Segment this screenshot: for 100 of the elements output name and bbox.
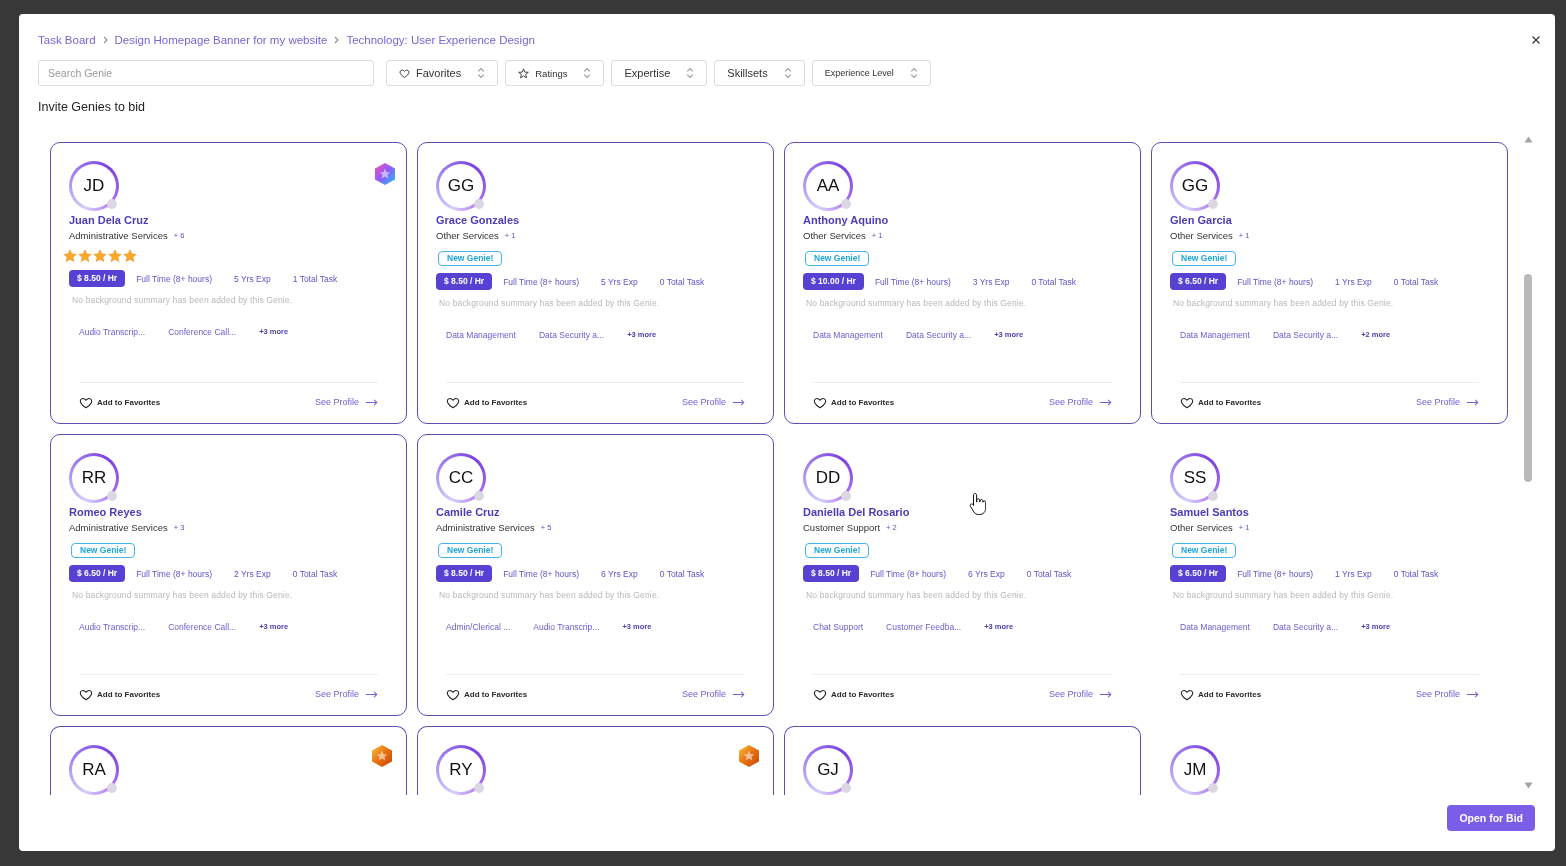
skill-text: Conference Call...: [167, 621, 238, 634]
breadcrumb-link[interactable]: Design Homepage Banner for my website: [114, 32, 328, 48]
hourly-rate-pill: $ 6.50 / Hr: [69, 565, 126, 582]
close-button[interactable]: [1531, 35, 1541, 45]
filter-dropdown[interactable]: Ratings: [505, 60, 605, 86]
filter-dropdown[interactable]: Skillsets: [714, 60, 805, 86]
service-category: Administrative Services: [69, 230, 168, 242]
skill-text: Data Security a...: [1271, 329, 1340, 342]
summary-text: No background summary has been added by this Genie.: [439, 590, 660, 600]
service-category: Other Services: [1170, 522, 1233, 534]
arrow-right-icon: [365, 690, 378, 698]
status-tag: New Genie!: [1172, 251, 1237, 266]
filter-dropdown[interactable]: Expertise: [611, 60, 708, 86]
breadcrumb-link[interactable]: Task Board: [38, 32, 96, 48]
schedule-text: Full Time (8+ hours): [502, 567, 580, 580]
see-profile-link[interactable]: See Profile: [314, 689, 378, 699]
section-title: Invite Genies to bid: [38, 99, 145, 115]
up-down-chevron-icon: [583, 67, 592, 79]
see-profile-link[interactable]: See Profile: [1415, 397, 1479, 407]
hourly-rate-pill: $ 8.50 / Hr: [436, 273, 493, 290]
skill-text: Audio Transcrip...: [78, 326, 147, 339]
see-profile-link[interactable]: See Profile: [1048, 689, 1112, 699]
summary-text: No background summary has been added by this Genie.: [1173, 298, 1394, 308]
skill-text: Data Management: [1179, 329, 1251, 342]
see-profile-link[interactable]: See Profile: [1048, 397, 1112, 407]
experience-text: 1 Yrs Exp: [1334, 275, 1373, 288]
chevron-right-icon: [334, 36, 340, 44]
experience-text: 6 Yrs Exp: [600, 567, 639, 580]
summary-text: No background summary has been added by this Genie.: [439, 298, 660, 308]
see-profile-link[interactable]: See Profile: [314, 397, 378, 407]
service-category: Other Services: [436, 230, 499, 242]
arrow-right-icon: [1099, 690, 1112, 698]
service-category: Other Services: [803, 230, 866, 242]
service-category: Administrative Services: [69, 522, 168, 534]
filter-dropdown[interactable]: Experience Level: [811, 60, 931, 86]
task-count-text: 0 Total Task: [1030, 275, 1077, 288]
status-tag: New Genie!: [71, 543, 136, 558]
status-dot-icon: [841, 491, 851, 501]
summary-text: No background summary has been added by this Genie.: [72, 295, 293, 305]
add-to-favorites-button[interactable]: Add to Favorites: [1180, 395, 1262, 409]
task-count-text: 0 Total Task: [291, 567, 339, 580]
experience-text: 1 Yrs Exp: [1334, 567, 1373, 580]
skill-text: Conference Call...: [167, 326, 238, 339]
task-count-text: 0 Total Task: [1392, 275, 1440, 288]
skill-text: Chat Support: [812, 621, 865, 634]
status-dot-icon: [1208, 199, 1218, 209]
genie-name: Samuel Santos: [1170, 505, 1249, 519]
add-to-favorites-button[interactable]: Add to Favorites: [813, 687, 895, 701]
see-profile-link[interactable]: See Profile: [1415, 689, 1479, 699]
task-count-text: 0 Total Task: [1025, 567, 1073, 580]
hourly-rate-pill: $ 6.50 / Hr: [1170, 565, 1227, 582]
genie-name: Anthony Aquino: [803, 213, 889, 227]
scrollbar-thumb[interactable]: [1524, 274, 1532, 482]
skill-text: Data Management: [1179, 621, 1251, 634]
schedule-text: Full Time (8+ hours): [135, 272, 213, 285]
search-field[interactable]: Search Genie: [38, 60, 374, 86]
genie-name: Daniella Del Rosario: [803, 505, 910, 519]
arrow-right-icon: [365, 398, 378, 406]
status-dot-icon: [474, 783, 484, 793]
schedule-text: Full Time (8+ hours): [1236, 275, 1314, 288]
summary-text: No background summary has been added by this Genie.: [806, 590, 1027, 600]
arrow-right-icon: [1466, 398, 1479, 406]
add-to-favorites-button[interactable]: Add to Favorites: [446, 687, 528, 701]
genie-name: Grace Gonzales: [436, 213, 520, 227]
experience-text: 5 Yrs Exp: [233, 272, 272, 285]
star-icon: [108, 249, 122, 263]
scroll-up-arrow-icon[interactable]: [1523, 136, 1533, 143]
heart-icon: [399, 67, 410, 79]
arrow-right-icon: [1099, 398, 1112, 406]
star-icon: [93, 249, 107, 263]
status-tag: New Genie!: [805, 251, 870, 266]
up-down-chevron-icon: [783, 67, 792, 79]
service-category: Administrative Services: [436, 522, 535, 534]
hourly-rate-pill: $ 8.50 / Hr: [803, 565, 860, 582]
experience-text: 5 Yrs Exp: [600, 275, 639, 288]
add-to-favorites-button[interactable]: Add to Favorites: [1180, 687, 1262, 701]
open-for-bid-button[interactable]: Open for Bid: [1447, 805, 1535, 831]
service-category: Other Services: [1170, 230, 1233, 242]
filter-dropdown[interactable]: Favorites: [386, 60, 499, 86]
hourly-rate-pill: $ 10.00 / Hr: [803, 273, 864, 290]
status-tag: New Genie!: [1172, 543, 1237, 558]
add-to-favorites-button[interactable]: Add to Favorites: [79, 687, 161, 701]
status-dot-icon: [107, 491, 117, 501]
add-to-favorites-button[interactable]: Add to Favorites: [813, 395, 895, 409]
scroll-down-arrow-icon[interactable]: [1523, 782, 1533, 789]
breadcrumb-link[interactable]: Technology: User Experience Design: [346, 32, 535, 48]
arrow-right-icon: [1466, 690, 1479, 698]
see-profile-link[interactable]: See Profile: [681, 397, 745, 407]
hourly-rate-pill: $ 6.50 / Hr: [1170, 273, 1227, 290]
status-tag: New Genie!: [805, 543, 870, 558]
up-down-chevron-icon: [477, 67, 486, 79]
skill-text: Data Security a...: [904, 329, 973, 342]
skill-text: Audio Transcrip...: [532, 621, 601, 634]
schedule-text: Full Time (8+ hours): [502, 275, 580, 288]
add-to-favorites-button[interactable]: Add to Favorites: [79, 395, 161, 409]
task-count-text: 1 Total Task: [291, 272, 339, 285]
see-profile-link[interactable]: See Profile: [681, 689, 745, 699]
summary-text: No background summary has been added by this Genie.: [72, 590, 293, 600]
genie-name: Glen Garcia: [1170, 213, 1232, 227]
add-to-favorites-button[interactable]: Add to Favorites: [446, 395, 528, 409]
